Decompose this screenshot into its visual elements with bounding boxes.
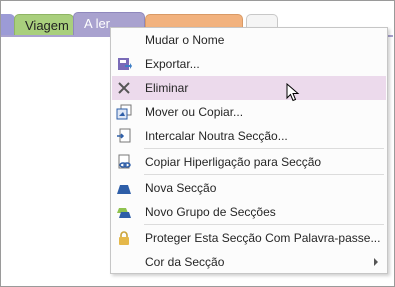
menu-item-copy-link[interactable]: Copiar Hiperligação para Secção bbox=[112, 150, 386, 174]
menu-item-label: Mover ou Copiar... bbox=[145, 105, 244, 119]
delete-icon bbox=[118, 82, 130, 94]
menu-item-merge[interactable]: Intercalar Noutra Secção... bbox=[112, 124, 386, 148]
menu-item-password-protect[interactable]: Proteger Esta Secção Com Palavra-passe..… bbox=[112, 226, 386, 250]
menu-separator bbox=[144, 224, 384, 225]
section-tab-viagem[interactable]: Viagem bbox=[14, 14, 74, 36]
menu-item-label: Exportar... bbox=[145, 57, 200, 71]
menu-item-rename[interactable]: Mudar o Nome bbox=[112, 28, 386, 52]
copy-link-icon bbox=[118, 154, 131, 169]
menu-item-new-section-group[interactable]: Novo Grupo de Secções bbox=[112, 200, 386, 224]
menu-separator bbox=[144, 148, 384, 149]
menu-item-label: Cor da Secção bbox=[145, 255, 225, 269]
menu-item-label: Mudar o Nome bbox=[145, 33, 225, 47]
menu-item-export[interactable]: Exportar... bbox=[112, 52, 386, 76]
menu-item-label: Eliminar bbox=[145, 81, 189, 95]
move-copy-icon bbox=[116, 104, 132, 120]
menu-item-label: Intercalar Noutra Secção... bbox=[145, 129, 288, 143]
new-section-group-icon bbox=[117, 208, 131, 218]
menu-item-label: Copiar Hiperligação para Secção bbox=[145, 155, 322, 169]
menu-item-delete[interactable]: Eliminar bbox=[112, 76, 386, 100]
menu-item-new-section[interactable]: Nova Secção bbox=[112, 176, 386, 200]
mouse-cursor-icon bbox=[286, 83, 300, 102]
menu-item-label: Novo Grupo de Secções bbox=[145, 205, 276, 219]
lock-icon bbox=[119, 231, 129, 245]
menu-item-move-copy[interactable]: Mover ou Copiar... bbox=[112, 100, 386, 124]
export-icon bbox=[118, 58, 132, 70]
menu-separator bbox=[144, 174, 384, 175]
new-section-icon bbox=[117, 185, 131, 194]
menu-item-label: Proteger Esta Secção Com Palavra-passe..… bbox=[145, 231, 381, 245]
section-tab-partial[interactable] bbox=[1, 14, 15, 36]
merge-section-icon bbox=[117, 128, 131, 143]
menu-item-label: Nova Secção bbox=[145, 181, 217, 195]
section-context-menu: Mudar o Nome Exportar... Eliminar Mover … bbox=[110, 27, 388, 274]
submenu-arrow-icon bbox=[374, 258, 378, 266]
menu-item-section-color[interactable]: Cor da Secção bbox=[112, 250, 386, 274]
